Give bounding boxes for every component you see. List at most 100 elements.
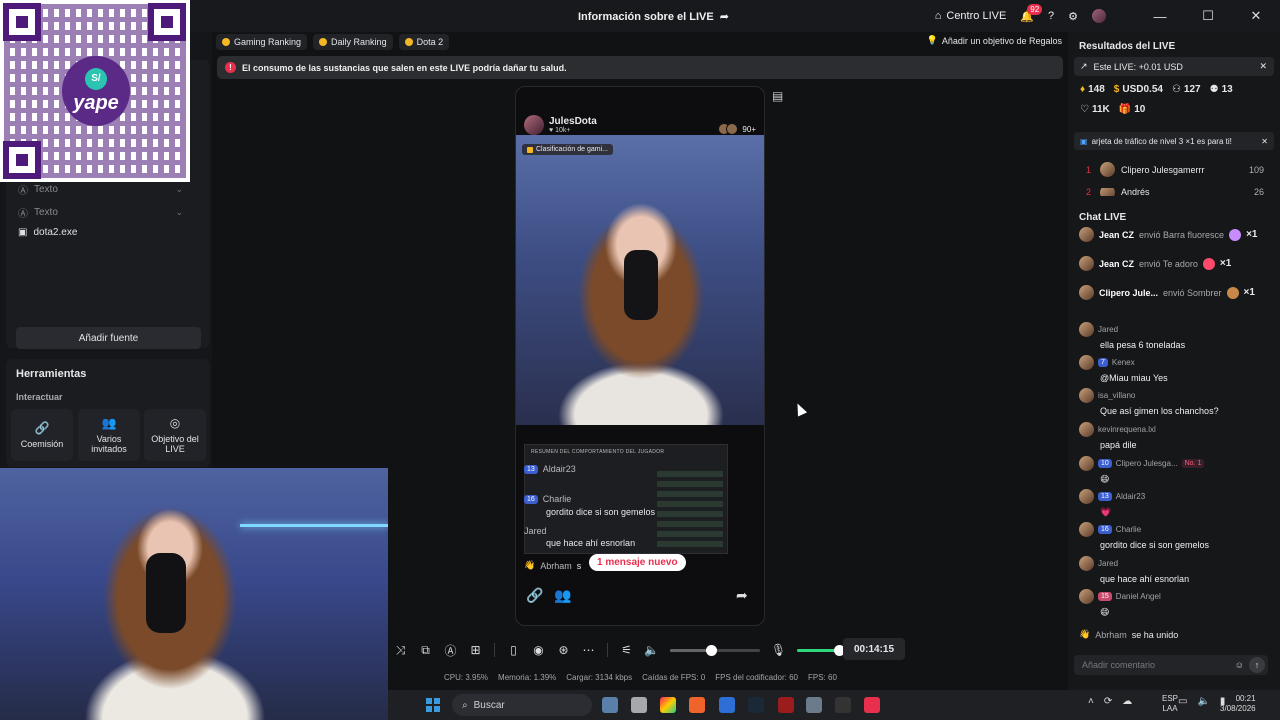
ranking-row[interactable]: 1 Clipero Julesgamerrr 109 xyxy=(1086,162,1264,177)
settings-app-icon[interactable] xyxy=(806,697,822,713)
add-gift-goal-label: Añadir un objetivo de Regalos xyxy=(941,35,1062,46)
centro-live-button[interactable]: ⌂ Centro LIVE xyxy=(935,10,1007,22)
emoji-icon[interactable]: ☺ xyxy=(1235,660,1244,670)
search-label: Buscar xyxy=(473,699,505,711)
camera-flip-icon[interactable]: ⊛ xyxy=(551,643,576,657)
preview-chat-text: gordito dice si son gemelos xyxy=(546,507,656,517)
more-icon[interactable]: ⋯ xyxy=(576,643,601,657)
chevron-up-icon[interactable]: ˄ xyxy=(1088,696,1094,707)
microphone-shape xyxy=(624,250,658,320)
microphone-shape xyxy=(146,553,186,633)
gift-count: ×1 xyxy=(1246,229,1258,240)
cloud-icon[interactable]: ☁ xyxy=(1122,696,1132,707)
avatar xyxy=(1079,422,1094,437)
close-button[interactable]: ✕ xyxy=(1232,0,1280,32)
chat-text: gordito dice si son gemelos xyxy=(1100,540,1210,550)
tag-gaming-ranking[interactable]: Gaming Ranking xyxy=(216,34,308,50)
taskbar-search[interactable]: ⌕ Buscar xyxy=(452,694,592,716)
task-view-icon[interactable] xyxy=(602,697,618,713)
obs-icon[interactable] xyxy=(835,697,851,713)
avatar xyxy=(1100,188,1115,196)
guests-icon[interactable]: 👥 xyxy=(554,587,571,604)
comment-placeholder: Añadir comentario xyxy=(1082,660,1156,670)
text-icon: Ⓐ xyxy=(18,186,28,197)
link-icon[interactable]: 🔗 xyxy=(526,587,543,604)
traffic-card-banner[interactable]: ▣ arjeta de tráfico de nivel 3 ×1 es par… xyxy=(1074,132,1274,150)
tool-label: Varios invitados xyxy=(91,434,127,454)
steam-icon[interactable] xyxy=(748,697,764,713)
volume-slider[interactable] xyxy=(670,644,760,656)
add-gift-goal-button[interactable]: 💡 Añadir un objetivo de Regalos xyxy=(927,35,1062,46)
coemision-tool[interactable]: 🔗 Coemisión xyxy=(11,409,73,461)
source-item-text-1[interactable]: Ⓐ Texto ⌄ xyxy=(18,182,183,197)
source-item-dota2[interactable]: ▣ dota2.exe xyxy=(18,227,183,238)
tag-daily-ranking[interactable]: Daily Ranking xyxy=(313,34,393,50)
microphone-icon[interactable]: 🎙 xyxy=(766,643,791,657)
live-goal-tool[interactable]: ◎ Objetivo del LIVE xyxy=(144,409,206,461)
dota2-icon[interactable] xyxy=(778,697,794,713)
close-icon[interactable]: ✕ xyxy=(1261,137,1268,146)
ranking-chip: Clasificación de gami... xyxy=(522,144,613,155)
chat-popout-icon[interactable]: ▤ xyxy=(772,89,783,103)
avatar xyxy=(1079,285,1094,300)
tag-dota2[interactable]: Dota 2 xyxy=(398,34,450,50)
viewer-count-text: 90+ xyxy=(742,124,756,134)
close-icon[interactable]: ✕ xyxy=(1259,61,1267,72)
brave-icon[interactable] xyxy=(689,697,705,713)
copilot-icon[interactable] xyxy=(660,697,676,713)
crop-icon[interactable]: ⧉ xyxy=(413,643,438,658)
speaker-icon[interactable]: 🔈 xyxy=(1197,696,1209,707)
screen-icon[interactable]: ⊞ xyxy=(463,643,488,657)
clock-time: 00:21 xyxy=(1235,694,1256,703)
volume-knob[interactable] xyxy=(706,644,717,656)
ranking-row[interactable]: 2 Andrés 26 xyxy=(1086,188,1264,196)
record-icon[interactable]: ◉ xyxy=(526,643,551,657)
comment-input[interactable]: Añadir comentario ☺ ↑ xyxy=(1074,655,1268,675)
shuffle-icon[interactable]: ⤨ xyxy=(388,643,413,658)
notifications-button[interactable]: 🔔 92 xyxy=(1020,3,1043,23)
settings-button[interactable]: ⚙ xyxy=(1068,10,1078,23)
minimize-button[interactable]: — xyxy=(1136,0,1184,32)
viewer-count: 90+ xyxy=(718,123,756,135)
fps-drop-stat: Caídas de FPS: 0 xyxy=(642,673,706,682)
language-indicator[interactable]: ESP LAA xyxy=(1162,694,1178,714)
speaker-icon[interactable]: 🔈 xyxy=(639,643,664,657)
volume-fill xyxy=(670,648,711,652)
send-icon[interactable]: ↑ xyxy=(1249,657,1265,673)
join-text: se ha unido xyxy=(1131,629,1179,640)
avatar xyxy=(1100,162,1115,177)
phone-icon[interactable]: ▯ xyxy=(501,643,526,657)
tiktok-live-icon[interactable] xyxy=(864,697,880,713)
tools-subtitle: Interactuar xyxy=(16,392,63,402)
windows-start-icon[interactable] xyxy=(426,698,440,712)
taskbar-clock[interactable]: 00:21 3/08/2026 xyxy=(1220,694,1256,714)
gift-text: envió Sombrer xyxy=(1163,287,1222,298)
este-live-bar: ↗ Este LIVE: +0.01 USD ✕ xyxy=(1074,57,1274,76)
maximize-button[interactable]: ☐ xyxy=(1184,0,1232,32)
yape-symbol: S/ xyxy=(85,67,107,90)
avatar xyxy=(1079,489,1094,504)
notification-badge: 92 xyxy=(1027,3,1043,15)
mixer-icon[interactable]: ⚟ xyxy=(614,643,639,657)
multi-guest-tool[interactable]: 👥 Varios invitados xyxy=(78,409,140,461)
chat-text: ella pesa 6 toneladas xyxy=(1100,340,1186,350)
tool-label: Objetivo del LIVE xyxy=(151,434,199,454)
sync-icon[interactable]: ⟳ xyxy=(1104,696,1112,707)
tag-label: Gaming Ranking xyxy=(234,37,302,47)
user-avatar[interactable] xyxy=(1092,9,1106,23)
live-preview: JulesDota ♥ 10k+ 90+ Clasificación de ga… xyxy=(515,86,765,626)
title-bar-actions: ⌂ Centro LIVE 🔔 92 ? ⚙ — ☐ ✕ xyxy=(935,0,1280,32)
ai-icon[interactable]: Ⓐ xyxy=(438,642,463,659)
file-explorer-icon[interactable] xyxy=(631,697,647,713)
help-button[interactable]: ? xyxy=(1048,10,1054,22)
store-icon[interactable] xyxy=(719,697,735,713)
chevron-down-icon[interactable]: ⌄ xyxy=(175,207,183,218)
monitor-icon[interactable]: ▭ xyxy=(1178,696,1187,707)
share-icon[interactable]: ➦ xyxy=(720,10,729,23)
add-source-button[interactable]: Añadir fuente xyxy=(16,327,201,349)
source-item-text-2[interactable]: Ⓐ Texto ⌄ xyxy=(18,205,183,220)
new-message-pill[interactable]: 1 mensaje nuevo xyxy=(589,554,686,571)
cpu-stat: CPU: 3.95% xyxy=(444,673,489,682)
share-arrow-icon[interactable]: ➦ xyxy=(736,587,748,604)
chevron-down-icon[interactable]: ⌄ xyxy=(175,184,183,195)
